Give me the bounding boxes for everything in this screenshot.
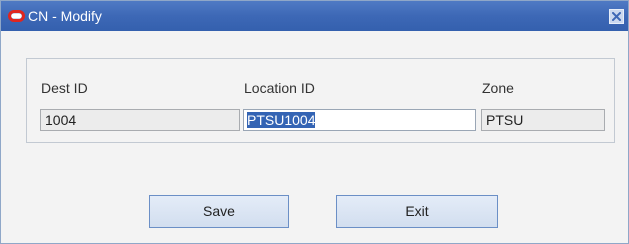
close-x-icon [612,12,621,21]
zone-label: Zone [482,80,514,96]
zone-value: PTSU [486,112,524,128]
close-button[interactable] [609,9,624,24]
title-bar: CN - Modify [1,1,628,31]
location-id-input[interactable]: PTSU1004 [243,109,476,131]
zone-field[interactable]: PTSU [481,109,605,131]
exit-button[interactable]: Exit [336,195,498,228]
dest-id-value: 1004 [45,112,77,128]
save-button[interactable]: Save [149,195,289,228]
location-id-value: PTSU1004 [247,112,316,128]
form-panel: Dest ID Location ID Zone 1004 PTSU1004 P… [26,58,615,143]
oracle-logo-icon [8,10,25,22]
dest-id-field[interactable]: 1004 [40,109,240,131]
window-title: CN - Modify [28,8,102,24]
cn-modify-window: CN - Modify Dest ID Location ID Zone 100… [0,0,629,244]
dest-id-label: Dest ID [41,80,88,96]
location-id-label: Location ID [244,80,315,96]
